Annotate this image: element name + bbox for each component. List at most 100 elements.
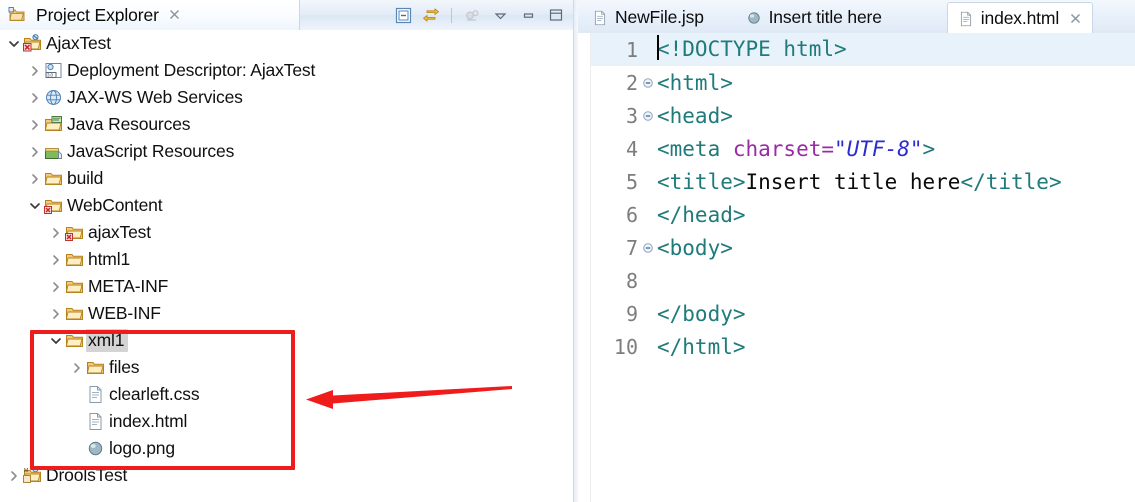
maven-project-icon: M [22,466,42,486]
code-line[interactable]: 9 </body> [591,297,1135,330]
code-line[interactable]: 4 <meta charset="UTF-8"> [591,132,1135,165]
view-menu-icon[interactable] [489,5,511,25]
folder-icon [64,331,84,351]
tree-item-label: Java Resources [67,114,191,134]
code-token-tag: <body> [657,235,733,260]
web-folder-icon [43,196,63,216]
folder-icon [64,277,84,297]
code-text: </head> [655,203,746,227]
tree-item-label: html1 [88,249,131,269]
tree-item[interactable]: ajaxTest [0,219,573,246]
tree-item-label: JavaScript Resources [67,141,235,161]
code-line[interactable]: 3 <head> [591,99,1135,132]
chevron-down-icon[interactable] [6,30,22,57]
tree-item[interactable]: M DroolsTest [0,462,573,489]
toolbar-separator [451,7,452,23]
tree-item-label: logo.png [109,438,175,458]
code-text: <meta charset="UTF-8"> [655,137,935,161]
fold-collapse-icon[interactable] [641,110,655,122]
chevron-right-icon[interactable] [27,84,43,111]
tree-item[interactable]: index.html [0,408,573,435]
web-folder-icon [64,223,84,243]
folder-icon [64,250,84,270]
editor-tab-label: NewFile.jsp [615,7,704,28]
tree-item-label: Deployment Descriptor: AjaxTest [67,60,316,80]
code-line[interactable]: 10 </html> [591,330,1135,363]
svg-text:3.0: 3.0 [47,73,54,78]
minimize-icon[interactable] [517,5,539,25]
tree-item[interactable]: logo.png [0,435,573,462]
chevron-right-icon[interactable] [27,57,43,84]
chevron-right-icon[interactable] [27,165,43,192]
tree-item[interactable]: WebContent [0,192,573,219]
code-line[interactable]: 1 <!DOCTYPE html> [591,33,1135,66]
tree-item-label: ajaxTest [88,222,151,242]
tab-project-explorer[interactable]: Project Explorer [0,0,300,30]
tree-item-label: DroolsTest [46,465,128,485]
link-with-editor-icon[interactable] [420,5,442,25]
tree-item[interactable]: META-INF [0,273,573,300]
file-icon [592,10,609,27]
twisty-placeholder [69,381,85,408]
focus-on-active-task-icon[interactable] [461,5,483,25]
tree-item[interactable]: JavaScript Resources [0,138,573,165]
tree-item-label: WebContent [67,195,163,215]
fold-collapse-icon[interactable] [641,77,655,89]
tree-item[interactable]: build [0,165,573,192]
close-icon[interactable] [1069,12,1082,25]
code-text: <body> [655,236,733,260]
web-project-icon [22,34,42,54]
text-caret [657,35,659,61]
code-token-tag: </head> [657,202,746,227]
chevron-right-icon[interactable] [27,111,43,138]
code-token-tag: <meta [657,136,733,161]
maximize-icon[interactable] [545,5,567,25]
tree-item-label: JAX-WS Web Services [67,87,243,107]
project-tree[interactable]: AjaxTest 3.0 Deployment Descriptor: AjaxTe… [0,30,573,502]
chevron-right-icon[interactable] [48,219,64,246]
fold-collapse-icon[interactable] [641,242,655,254]
chevron-right-icon[interactable] [48,273,64,300]
code-line[interactable]: 8 [591,264,1135,297]
editor-tab[interactable]: Insert title here [736,3,892,33]
tree-item-label: AjaxTest [46,33,111,53]
project-explorer-tabbar: Project Explorer [0,0,573,31]
tree-item[interactable]: 3.0 Deployment Descriptor: AjaxTest [0,57,573,84]
editor-tabbar: NewFile.jsp Insert title here index.html [578,0,1135,34]
chevron-right-icon[interactable] [48,300,64,327]
code-line[interactable]: 6 </head> [591,198,1135,231]
tree-item[interactable]: JAX-WS Web Services [0,84,573,111]
project-explorer-view: Project Explorer AjaxTest 3.0 Deployment… [0,0,573,502]
code-token-tag: </title> [960,169,1062,194]
chevron-down-icon[interactable] [27,192,43,219]
file-icon [85,385,105,405]
tree-item[interactable]: files [0,354,573,381]
code-line[interactable]: 5 <title>Insert title here</title> [591,165,1135,198]
editor-tab[interactable]: NewFile.jsp [582,3,714,33]
tree-item[interactable]: xml1 [0,327,573,354]
chevron-right-icon[interactable] [27,138,43,165]
close-icon[interactable] [168,8,181,23]
tree-item[interactable]: WEB-INF [0,300,573,327]
tree-item[interactable]: html1 [0,246,573,273]
editor-tab[interactable]: index.html [946,2,1094,34]
chevron-right-icon[interactable] [48,246,64,273]
code-token-val: "UTF-8" [834,136,923,161]
code-line[interactable]: 2 <html> [591,66,1135,99]
code-editor[interactable]: 1 <!DOCTYPE html> 2 <html> 3 <head> 4 <meta cha… [591,33,1135,502]
chevron-down-icon[interactable] [48,327,64,354]
deployment-descriptor-icon: 3.0 [43,61,63,81]
chevron-right-icon[interactable] [6,462,22,489]
line-number: 8 [625,268,638,293]
tree-item[interactable]: Java Resources [0,111,573,138]
chevron-right-icon[interactable] [69,354,85,381]
code-token-tag: <head> [657,103,733,128]
tree-item[interactable]: AjaxTest [0,30,573,57]
collapse-all-icon[interactable] [392,5,414,25]
tree-item[interactable]: clearleft.css [0,381,573,408]
tree-item-label: files [109,357,140,377]
code-line[interactable]: 7 <body> [591,231,1135,264]
editor-tab-label: Insert title here [768,7,882,28]
editor-body: 1 <!DOCTYPE html> 2 <html> 3 <head> 4 <meta cha… [578,33,1135,502]
javascript-resources-icon [43,142,63,162]
